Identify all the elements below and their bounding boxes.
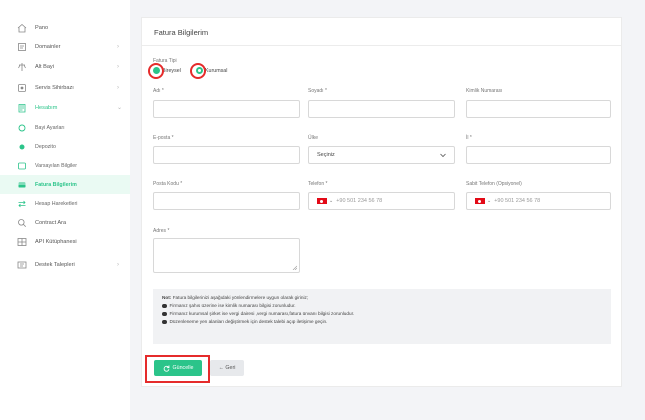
phone-input[interactable]: ⌄ +90 501 234 56 78	[308, 192, 455, 210]
note-intro-line: Not: Fatura bilgilerinizi aşağıdaki yönl…	[162, 294, 602, 302]
postcode-label: Posta Kodu *	[153, 181, 183, 187]
phone-label: Telefon *	[308, 181, 328, 187]
card-header: Fatura Bilgilerim	[142, 18, 621, 46]
address-label: Adres *	[153, 228, 170, 234]
sidebar-item-alt-bayi[interactable]: Alt Bayi ›	[0, 57, 130, 76]
country-select-value: Seçiniz	[317, 152, 335, 158]
note-line-text: Düzenleneme yen alanları değiştirmek içi…	[169, 319, 328, 324]
account-icon	[17, 103, 27, 113]
sidebar-item-servis-sihirbazi[interactable]: Servis Sihirbazı ›	[0, 78, 130, 97]
sidebar-item-api-kutuphanesi[interactable]: API Kütüphanesi	[0, 232, 130, 251]
last-name-input[interactable]	[308, 100, 455, 118]
note-line: Firmanız şahıs üzerine ise kimlik numara…	[162, 302, 602, 310]
chevron-down-icon: ⌄	[487, 198, 492, 204]
sidebar-item-label: Pano	[35, 24, 49, 31]
landline-label: Sabit Telefon (Opsiyonel)	[466, 181, 522, 187]
landline-input[interactable]: ⌄ +90 501 234 56 78	[466, 192, 611, 210]
sidebar-item-varsayilan-bilgiler[interactable]: Varsayılan Bilgiler	[0, 156, 130, 175]
domain-icon	[17, 42, 27, 52]
sidebar-item-fatura-bilgilerim[interactable]: Fatura Bilgilerim	[0, 175, 130, 194]
id-number-input[interactable]	[466, 100, 611, 118]
sidebar-item-label: Alt Bayi	[35, 63, 54, 70]
note-line-text: Firmanız şahıs üzerine ise kimlik numara…	[169, 303, 296, 308]
phone-placeholder: +90 501 234 56 78	[336, 198, 383, 204]
sub-dealer-icon	[17, 62, 27, 72]
page-title: Fatura Bilgilerim	[154, 28, 209, 37]
chevron-down-icon: ⌄	[329, 198, 334, 204]
sidebar-item-label: Varsayılan Bilgiler	[35, 162, 77, 169]
sidebar-item-label: Hesabım	[35, 104, 58, 111]
invoice-icon	[17, 180, 27, 190]
info-note: Not: Fatura bilgilerinizi aşağıdaki yönl…	[153, 289, 611, 344]
sidebar-item-label: Depozito	[35, 143, 56, 150]
postcode-input[interactable]	[153, 192, 300, 210]
settings-icon	[17, 123, 27, 133]
sidebar-item-pano[interactable]: Pano	[0, 18, 130, 37]
sidebar: Pano Domainler › Alt Bayi › Servis Sihir…	[0, 0, 130, 420]
province-label: İl *	[466, 135, 472, 141]
first-name-label: Adı *	[153, 88, 164, 94]
turkey-flag-icon	[317, 198, 327, 204]
deposit-icon	[17, 142, 27, 152]
note-title: Not:	[162, 295, 172, 300]
chevron-right-icon: ›	[117, 63, 119, 70]
sidebar-item-depozito[interactable]: Depozito	[0, 137, 130, 156]
sidebar-item-domainler[interactable]: Domainler ›	[0, 37, 130, 56]
sidebar-item-contract-ara[interactable]: Contract Ara	[0, 213, 130, 232]
sidebar-item-label: Bayi Ayarları	[35, 124, 65, 131]
sidebar-item-label: Servis Sihirbazı	[35, 84, 74, 91]
home-icon	[17, 23, 27, 33]
sidebar-item-hesap-hareketleri[interactable]: Hesap Hareketleri	[0, 194, 130, 213]
country-label: Ülke	[308, 135, 319, 141]
highlight-ring-corporate	[190, 63, 206, 79]
default-info-icon	[17, 161, 27, 171]
note-line: Firmanız kurumsal şirket ise vergi daire…	[162, 310, 602, 318]
chevron-down-icon	[440, 153, 446, 158]
transactions-icon	[17, 199, 27, 209]
address-textarea[interactable]	[153, 238, 300, 273]
radio-corporate-label: Kurumsal	[205, 67, 228, 74]
chevron-right-icon: ›	[117, 84, 119, 91]
turkey-flag-icon	[475, 198, 485, 204]
back-button-label: ← Geri	[218, 365, 236, 371]
back-button[interactable]: ← Geri	[210, 360, 244, 376]
note-line-text: Firmanız kurumsal şirket ise vergi daire…	[169, 311, 355, 316]
sidebar-item-label: Hesap Hareketleri	[35, 200, 78, 207]
note-intro: Fatura bilgilerinizi aşağıdaki yönlendir…	[172, 295, 309, 300]
highlight-ring-individual	[148, 63, 164, 79]
info-icon	[162, 319, 167, 325]
sidebar-item-label: Fatura Bilgilerim	[35, 181, 77, 188]
search-icon	[17, 218, 27, 228]
province-input[interactable]	[466, 146, 611, 164]
info-icon	[162, 303, 167, 309]
sidebar-item-destek-talepleri[interactable]: Destek Talepleri ›	[0, 255, 130, 274]
sidebar-item-label: Domainler	[35, 43, 61, 50]
landline-placeholder: +90 501 234 56 78	[494, 198, 541, 204]
first-name-input[interactable]	[153, 100, 300, 118]
id-number-label: Kimlik Numarası	[466, 88, 503, 94]
sidebar-item-label: Destek Talepleri	[35, 261, 75, 268]
note-line: Düzenleneme yen alanları değiştirmek içi…	[162, 318, 602, 326]
last-name-label: Soyadı *	[308, 88, 327, 94]
resize-handle-icon[interactable]	[292, 265, 297, 270]
chevron-down-icon: ⌄	[117, 105, 123, 111]
radio-individual-label: Bireysel	[162, 67, 181, 74]
api-icon	[17, 237, 27, 247]
country-select[interactable]: Seçiniz	[308, 146, 455, 164]
chevron-right-icon: ›	[117, 43, 119, 50]
sidebar-item-label: API Kütüphanesi	[35, 238, 77, 245]
service-wizard-icon	[17, 83, 27, 93]
chevron-right-icon: ›	[117, 261, 119, 268]
email-input[interactable]	[153, 146, 300, 164]
sidebar-item-hesabim[interactable]: Hesabım ⌄	[0, 98, 130, 117]
info-icon	[162, 311, 167, 317]
email-label: E-posta *	[153, 135, 174, 141]
support-icon	[17, 260, 27, 270]
sidebar-item-label: Contract Ara	[35, 219, 67, 226]
highlight-box-update	[145, 355, 210, 383]
sidebar-item-bayi-ayarlari[interactable]: Bayi Ayarları	[0, 118, 130, 137]
